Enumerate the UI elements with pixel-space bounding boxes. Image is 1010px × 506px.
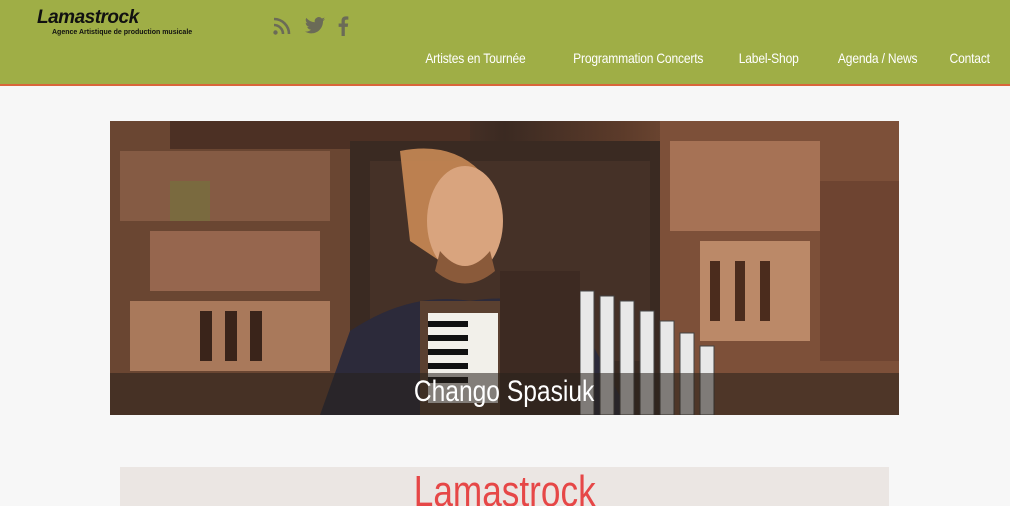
hero-caption-text: Chango Spasiuk (414, 375, 595, 408)
nav-artistes-en-tournee[interactable]: Artistes en Tournée (426, 50, 526, 66)
section-title: Lamastrock (413, 467, 596, 506)
rss-icon[interactable] (272, 16, 292, 36)
nav-label-shop[interactable]: Label-Shop (739, 50, 799, 66)
social-links (272, 16, 356, 36)
logo[interactable]: Lamastrock Agence Artistique de producti… (37, 8, 192, 37)
site-header: Lamastrock Agence Artistique de producti… (0, 0, 1010, 86)
twitter-icon[interactable] (304, 16, 326, 36)
hero-caption: Chango Spasiuk (110, 373, 899, 415)
facebook-icon[interactable] (336, 16, 356, 36)
nav-programmation-concerts[interactable]: Programmation Concerts (573, 50, 703, 66)
logo-tagline: Agence Artistique de production musicale (52, 29, 193, 36)
hero-image (110, 121, 899, 415)
nav-agenda-news[interactable]: Agenda / News (838, 50, 918, 66)
hero-banner[interactable]: Chango Spasiuk (110, 121, 899, 415)
logo-name: Lamastrock (37, 7, 139, 28)
nav-contact[interactable]: Contact (950, 50, 990, 66)
section-title-box: Lamastrock (120, 467, 889, 506)
main-nav: Artistes en Tournée Programmation Concer… (409, 50, 990, 66)
